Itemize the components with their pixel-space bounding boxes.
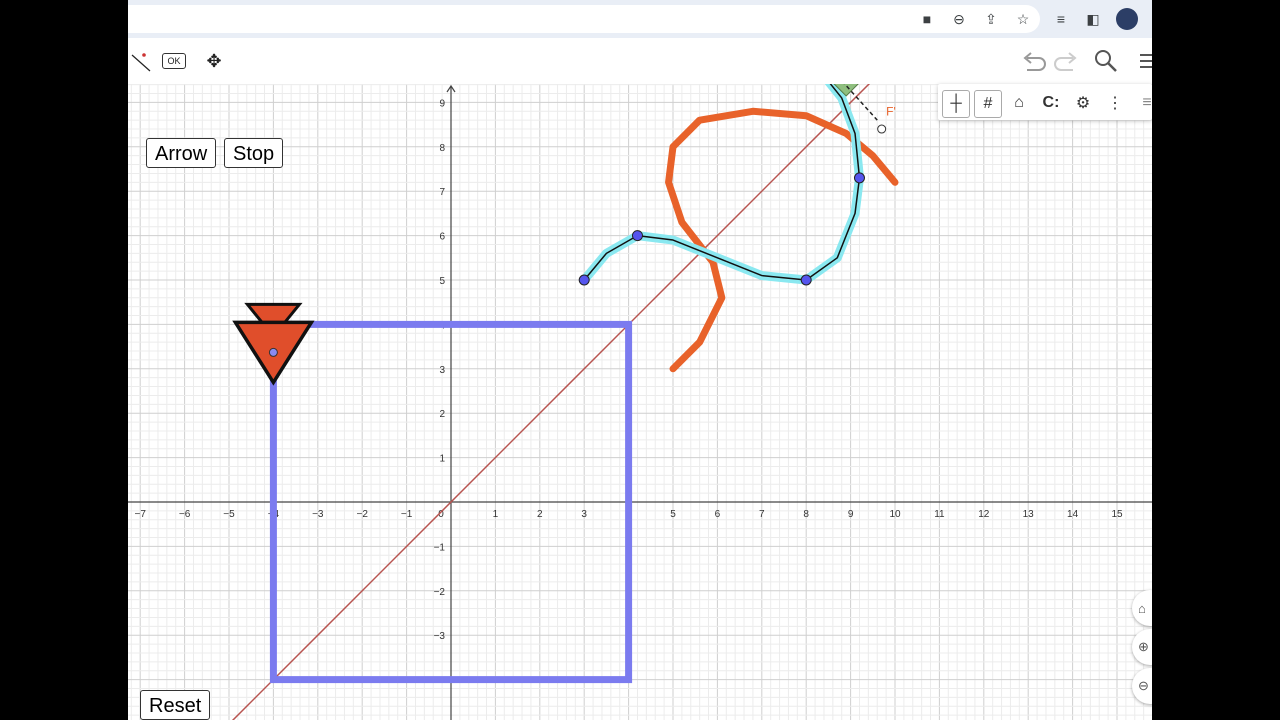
plot-canvas[interactable]: −7 −6 −5 −4 −3 −2 −1 0 1 2 3 4 5 6 7 8 9 10 11 12 13 14 159876… [128,84,1152,720]
sidepanel-icon[interactable]: ◧ [1084,10,1102,28]
style-bar: ┼ # ⌂ C: ⚙ ⋮ ≡ [938,84,1152,120]
undo-glyph [1023,52,1046,71]
y-tick-label: −1 [434,542,446,553]
share-icon[interactable]: ⇪ [982,10,1000,28]
axes-icon[interactable]: ┼ [942,90,970,118]
move-graphics-icon[interactable]: ✥ [200,47,228,75]
x-tick-label: −2 [356,509,368,520]
screen: ■ ⊖ ⇪ ☆ ≡ ◧ OK ✥ −7 −6 −5 −4 −3 −2 −1 0 1 2 3 4 5 6 7 8… [128,0,1152,720]
x-tick-label: 8 [803,509,809,520]
x-tick-label: 2 [537,509,543,520]
arrow-button[interactable]: Arrow [146,138,217,168]
control-point [578,274,590,286]
point-F-marker [877,124,887,134]
settings-icon[interactable]: ⚙ [1070,90,1096,116]
point-F-label: F' [886,105,896,119]
ok-label: OK [162,53,186,69]
graphics-view[interactable]: −7 −6 −5 −4 −3 −2 −1 0 1 2 3 4 5 6 7 8 9 10 11 12 13 14 15 9 8 7 6… [128,84,1152,720]
diagonal-line [231,84,871,720]
control-point [800,274,812,286]
search-icon[interactable] [1092,47,1120,75]
camera-icon[interactable]: ■ [918,10,936,28]
y-tick-label: −2 [434,587,446,598]
star-icon[interactable]: ☆ [1014,10,1032,28]
x-tick-label: 3 [581,509,587,520]
redo-glyph [1054,52,1077,71]
ok-checkbox-tool[interactable]: OK [160,47,188,75]
y-tick-label: 6 [439,232,445,243]
y-tick-label: 7 [439,187,445,198]
x-tick-label: −1 [401,509,413,520]
grid-icon[interactable]: # [974,90,1002,118]
control-point [853,172,865,184]
menu-icon[interactable] [1132,47,1152,75]
redo-icon[interactable] [1052,47,1080,75]
x-tick-label: 13 [1023,509,1035,520]
magnet-icon[interactable]: C: [1038,90,1064,116]
y-tick-label: −3 [434,631,446,642]
x-tick-label: 14 [1067,509,1079,520]
reading-list-icon[interactable]: ≡ [1052,10,1070,28]
profile-avatar[interactable] [1116,8,1138,30]
address-bar[interactable] [128,5,1040,33]
menu-glyph [1140,54,1152,68]
x-tick-label: −6 [179,509,191,520]
line-tool-icon[interactable] [128,47,156,75]
x-tick-label: 9 [848,509,854,520]
y-tick-label: 8 [439,143,445,154]
x-tick-label: −3 [312,509,324,520]
search-glyph [1095,50,1117,72]
x-tick-label: 5 [670,509,676,520]
browser-bar: ■ ⊖ ⇪ ☆ ≡ ◧ [128,0,1152,38]
y-tick-label: 5 [439,276,445,287]
x-tick-label: 10 [889,509,901,520]
x-tick-label: 12 [978,509,990,520]
arrow-anchor-point [268,347,278,357]
x-tick-label: 7 [759,509,765,520]
collapse-icon[interactable]: ≡ [1134,90,1152,116]
y-tick-label: 9 [439,98,445,109]
x-tick-label: 11 [934,509,945,520]
x-tick-label: 15 [1111,509,1123,520]
x-tick-label: 6 [715,509,721,520]
line-tool-glyph [131,53,151,72]
home-icon[interactable]: ⌂ [1006,90,1032,116]
y-tick-label: 2 [439,409,445,420]
ggb-toolbar: OK ✥ [128,38,1152,84]
y-tick-label: 3 [439,365,445,376]
x-tick-label: −5 [223,509,235,520]
x-tick-label: −7 [134,509,146,520]
x-tick-label: 1 [493,509,499,520]
stop-button[interactable]: Stop [224,138,284,168]
y-tick-label: 1 [439,454,445,465]
control-point [631,230,643,242]
undo-icon[interactable] [1020,47,1048,75]
zoom-icon[interactable]: ⊖ [950,10,968,28]
more-icon[interactable]: ⋮ [1102,90,1128,116]
reset-button[interactable]: Reset [140,690,211,720]
